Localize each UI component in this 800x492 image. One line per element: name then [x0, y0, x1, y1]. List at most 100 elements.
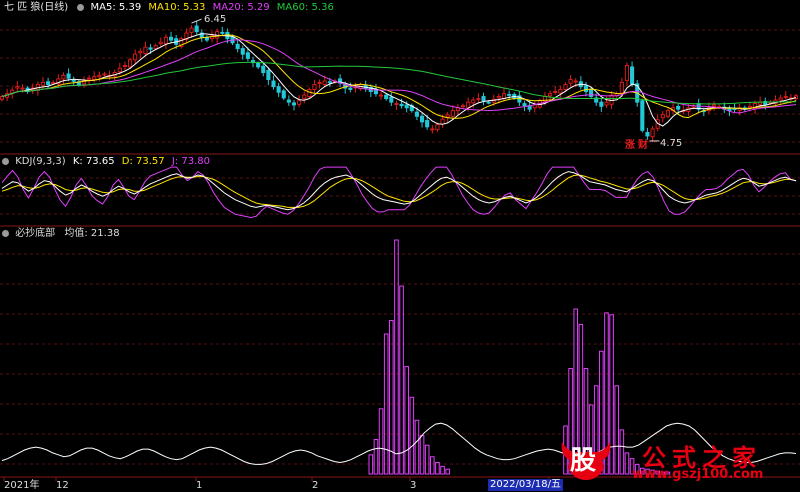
candle[interactable] [194, 20, 199, 35]
watermark: 股 公式之家 www.gszj100.com [558, 436, 780, 486]
candle[interactable] [460, 103, 466, 109]
candle-body [650, 128, 655, 138]
candle[interactable] [671, 103, 676, 115]
candle[interactable] [578, 76, 583, 90]
candle[interactable] [660, 111, 665, 123]
candle[interactable] [112, 69, 117, 82]
candle[interactable] [87, 75, 92, 85]
candle[interactable] [640, 98, 645, 133]
indicator-bar[interactable] [394, 239, 399, 475]
candle[interactable] [553, 86, 558, 95]
candle[interactable] [338, 74, 343, 87]
candle-body [783, 96, 788, 98]
candle[interactable] [204, 35, 209, 43]
candle[interactable] [0, 94, 5, 102]
candle[interactable] [568, 74, 573, 87]
indicator-toggle-icon[interactable] [2, 230, 9, 237]
candle[interactable] [599, 99, 604, 112]
candle[interactable] [630, 61, 635, 87]
indicator-bar[interactable] [440, 465, 445, 475]
indicator-bar[interactable] [445, 468, 450, 475]
candle[interactable] [471, 97, 476, 109]
candle-body [97, 74, 102, 78]
candle-body [15, 86, 20, 89]
candle[interactable] [281, 88, 286, 101]
candle[interactable] [394, 100, 399, 110]
candle[interactable] [783, 91, 788, 100]
candle[interactable] [235, 39, 240, 53]
candle[interactable] [199, 29, 204, 42]
candle[interactable] [614, 91, 619, 98]
candle-body [143, 46, 148, 54]
candle[interactable] [501, 88, 507, 102]
indicator-bar[interactable] [373, 438, 379, 475]
candle[interactable] [420, 113, 425, 128]
candle-body [307, 89, 312, 97]
candle[interactable] [66, 68, 71, 82]
candle-body [46, 81, 51, 85]
candle[interactable] [179, 36, 184, 49]
indicator-bar[interactable] [414, 419, 420, 475]
candle[interactable] [430, 125, 435, 134]
candles-layer[interactable] [0, 20, 799, 143]
indicator-bar[interactable] [419, 435, 425, 475]
low-price-label: 4.75 [660, 138, 683, 149]
indicator-bar[interactable] [409, 396, 415, 475]
candle[interactable] [312, 79, 317, 94]
candle[interactable] [163, 34, 168, 50]
candle[interactable] [645, 127, 650, 140]
candle[interactable] [711, 101, 717, 112]
candle[interactable] [624, 62, 630, 86]
candle[interactable] [481, 92, 486, 106]
candle[interactable] [71, 76, 76, 86]
candle[interactable] [650, 125, 655, 143]
candle[interactable] [184, 28, 189, 44]
candle[interactable] [133, 49, 138, 64]
candle[interactable] [220, 26, 225, 37]
candle[interactable] [102, 71, 107, 77]
candle[interactable] [558, 85, 563, 98]
candle[interactable] [61, 72, 66, 85]
candle-body [445, 114, 450, 118]
candle[interactable] [189, 25, 194, 38]
candle[interactable] [302, 91, 307, 104]
candle-body [66, 73, 71, 79]
candle[interactable] [276, 82, 281, 97]
collapse-toggle-icon[interactable] [77, 4, 85, 11]
indicator-bar[interactable] [429, 456, 435, 475]
candle[interactable] [363, 80, 368, 92]
candle[interactable] [793, 93, 799, 101]
candle[interactable] [476, 93, 481, 103]
indicator-bar[interactable] [404, 366, 409, 475]
candle-body [425, 120, 430, 128]
candle-body [276, 86, 281, 93]
candle[interactable] [379, 91, 384, 100]
candle-body [271, 80, 276, 88]
candle[interactable] [507, 90, 512, 100]
candle[interactable] [271, 75, 276, 90]
candle[interactable] [317, 79, 322, 89]
candle-body [548, 93, 553, 97]
zhang-tag[interactable]: 涨 [625, 140, 635, 152]
candle[interactable] [681, 105, 686, 115]
candle[interactable] [35, 81, 40, 96]
candle[interactable] [532, 101, 537, 113]
kdj-toggle-icon[interactable] [2, 158, 9, 165]
candle[interactable] [122, 61, 127, 71]
candle[interactable] [297, 95, 302, 108]
cai-tag[interactable]: 财 [638, 140, 648, 152]
candle[interactable] [522, 100, 527, 112]
candle[interactable] [266, 67, 271, 86]
candle[interactable] [46, 77, 51, 90]
candle[interactable] [143, 41, 148, 57]
candle[interactable] [291, 99, 297, 111]
chart-canvas[interactable] [0, 0, 800, 492]
candle[interactable] [138, 48, 143, 59]
ma60-label: MA60: 5.36 [276, 2, 334, 13]
candle[interactable] [665, 108, 670, 119]
candle[interactable] [168, 31, 174, 44]
candle[interactable] [389, 92, 394, 106]
candle[interactable] [286, 95, 291, 106]
indicator-bar[interactable] [424, 444, 430, 475]
candle[interactable] [307, 87, 312, 99]
